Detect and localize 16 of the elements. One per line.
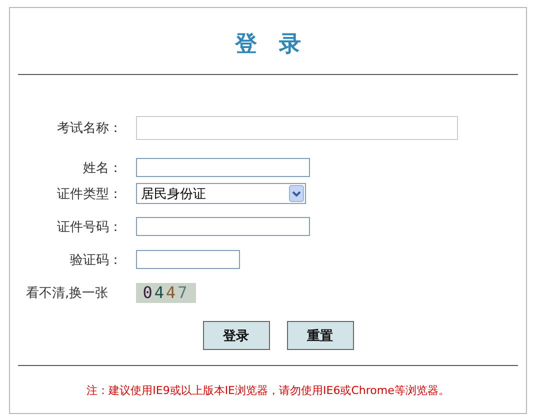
input-field[interactable] — [136, 217, 310, 236]
reset-button[interactable]: 重置 — [286, 321, 354, 350]
field-label: 考试名称： — [56, 120, 123, 136]
dropdown[interactable]: 居民身份证 — [136, 183, 306, 204]
page-title: 登 录 — [235, 31, 301, 59]
field-label: 证件类型： — [56, 186, 123, 202]
input-field[interactable] — [136, 250, 240, 269]
login-button[interactable]: 登录 — [202, 321, 270, 350]
field-label: 证件号码： — [56, 218, 123, 236]
input-field[interactable] — [136, 158, 310, 177]
input-field[interactable] — [136, 116, 458, 140]
browser-note: 注：建议使用IE9或以上版本IE浏览器，请勿使用IE6或Chrome等浏览器。 — [86, 383, 450, 398]
field-label: 姓名： — [82, 160, 123, 176]
captcha-image[interactable]: 0447 — [136, 282, 196, 302]
field-label: 验证码： — [69, 252, 123, 268]
refresh-captcha-link[interactable]: 看不清,换一张 — [26, 284, 108, 302]
